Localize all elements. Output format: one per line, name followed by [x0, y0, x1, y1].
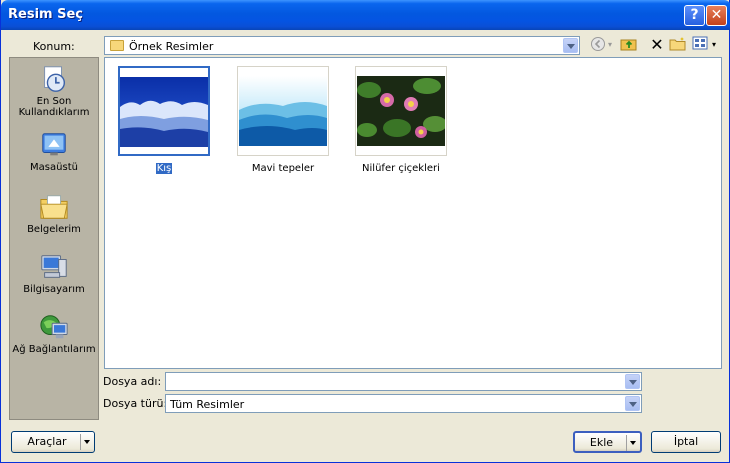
- place-desktop[interactable]: Masaüstü: [10, 130, 98, 173]
- place-network-label: Ağ Bağlantılarım: [12, 344, 96, 355]
- location-value: Örnek Resimler: [129, 40, 214, 53]
- place-my-documents[interactable]: Belgelerim: [10, 192, 98, 235]
- winter-thumbnail: [120, 77, 208, 147]
- new-folder-icon[interactable]: [669, 36, 687, 54]
- file-list[interactable]: Kış Mavi tepeler Nilüfer çiçekleri: [104, 57, 722, 369]
- filename-input[interactable]: [165, 372, 642, 391]
- insert-button-label: Ekle: [589, 436, 614, 449]
- folder-icon: [110, 40, 124, 51]
- file-name: Mavi tepeler: [251, 163, 315, 174]
- filename-label: Dosya adı:: [103, 375, 162, 388]
- file-item[interactable]: Nilüfer çiçekleri: [355, 66, 447, 174]
- up-folder-icon[interactable]: [620, 36, 638, 54]
- filetype-label: Dosya türü:: [103, 397, 168, 410]
- close-button[interactable]: ✕: [706, 5, 727, 26]
- delete-icon[interactable]: ✕: [648, 36, 666, 54]
- file-name: Nilüfer çiçekleri: [362, 163, 440, 174]
- tools-dropdown-arrow[interactable]: [80, 434, 92, 450]
- views-icon[interactable]: [691, 36, 709, 54]
- insert-dropdown-arrow[interactable]: [626, 435, 638, 451]
- back-dropdown-icon[interactable]: ▾: [605, 36, 615, 54]
- place-recent[interactable]: En Son Kullandıklarım: [10, 64, 98, 118]
- filetype-value: Tüm Resimler: [170, 398, 245, 411]
- insert-button[interactable]: Ekle: [573, 431, 642, 453]
- thumbnail-frame: [237, 66, 329, 156]
- place-my-computer-label: Bilgisayarım: [23, 284, 85, 295]
- file-item[interactable]: Kış: [118, 66, 210, 174]
- location-dropdown[interactable]: Örnek Resimler: [104, 36, 580, 55]
- filetype-dropdown[interactable]: Tüm Resimler: [165, 394, 642, 413]
- views-dropdown-icon[interactable]: ▾: [709, 36, 719, 54]
- my-documents-icon: [40, 195, 68, 219]
- help-button[interactable]: ?: [684, 5, 705, 26]
- desktop-icon: [42, 133, 66, 156]
- cancel-button-label: İptal: [673, 435, 699, 448]
- network-icon: [40, 315, 68, 339]
- file-item[interactable]: Mavi tepeler: [237, 66, 329, 174]
- my-computer-icon: [41, 255, 67, 278]
- places-bar: En Son Kullandıklarım Masaüstü Belgeleri…: [9, 57, 99, 420]
- window-title: Resim Seç: [8, 7, 83, 22]
- place-desktop-label: Masaüstü: [30, 162, 78, 173]
- title-bar[interactable]: Resim Seç ? ✕: [1, 0, 730, 30]
- place-my-computer[interactable]: Bilgisayarım: [10, 252, 98, 295]
- file-name: Kış: [155, 163, 173, 174]
- place-network[interactable]: Ağ Bağlantılarım: [10, 312, 98, 355]
- recent-documents-icon: [44, 66, 66, 92]
- location-label: Konum:: [33, 40, 75, 53]
- blue-hills-thumbnail: [239, 76, 327, 146]
- tools-button[interactable]: Araçlar: [11, 431, 95, 453]
- file-dialog-window: Resim Seç ? ✕ Konum: Örnek Resimler ▾ ✕ …: [0, 0, 730, 463]
- water-lilies-thumbnail: [357, 76, 447, 146]
- filetype-dropdown-arrow[interactable]: [625, 396, 640, 411]
- place-my-documents-label: Belgelerim: [27, 224, 81, 235]
- thumbnail-frame: [355, 66, 447, 156]
- place-recent-label: En Son Kullandıklarım: [18, 96, 90, 118]
- cancel-button[interactable]: İptal: [651, 431, 721, 453]
- thumbnail-frame: [118, 66, 210, 156]
- filename-dropdown-arrow[interactable]: [625, 374, 640, 389]
- tools-button-label: Araçlar: [27, 435, 67, 448]
- location-dropdown-arrow[interactable]: [563, 38, 578, 53]
